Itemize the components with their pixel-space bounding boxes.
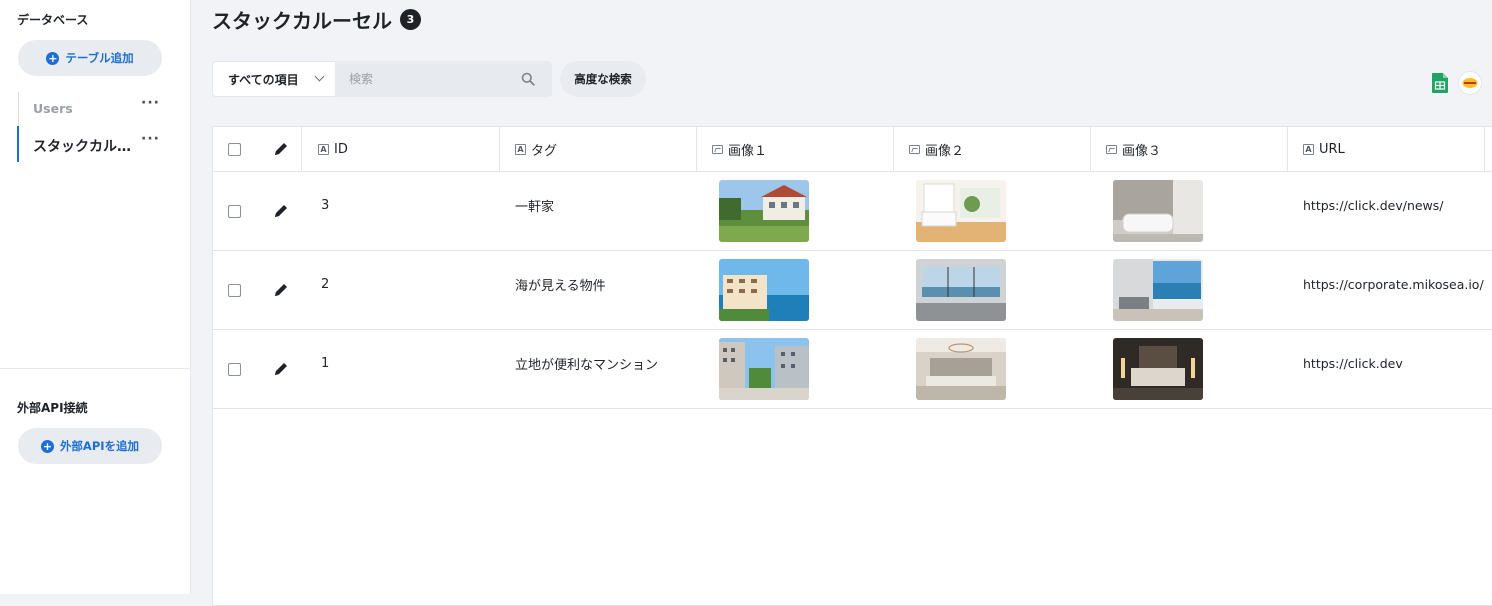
cell-url[interactable]: https://click.dev (1303, 324, 1403, 402)
active-table-indicator (17, 126, 19, 162)
table-header-row: A ID A タグ 画像１ 画像２ 画像３ A URL (213, 127, 1492, 172)
row-checkbox[interactable] (228, 204, 241, 218)
page-title: スタックカルーセル (212, 9, 392, 33)
cell-image3[interactable] (1113, 251, 1203, 329)
image-type-icon (1106, 144, 1117, 154)
apartment-complex-image (719, 338, 809, 400)
edit-row-button[interactable] (273, 330, 289, 408)
add-external-api-button[interactable]: + 外部APIを追加 (18, 428, 162, 464)
column-header-tag[interactable]: A タグ (515, 127, 557, 171)
ocean-view-living-room-image (916, 259, 1006, 321)
cell-image1[interactable] (719, 330, 809, 408)
bright-bedroom-image (916, 180, 1006, 242)
add-table-button[interactable]: + テーブル追加 (18, 40, 162, 76)
column-header-image2[interactable]: 画像２ (909, 127, 964, 171)
records-table: A ID A タグ 画像１ 画像２ 画像３ A URL 3 一軒家 https:… (212, 126, 1492, 606)
pencil-icon (275, 143, 287, 155)
cell-image3[interactable] (1113, 172, 1203, 250)
cell-tag: 立地が便利なマンション (515, 357, 659, 373)
column-header-image1[interactable]: 画像１ (712, 127, 767, 171)
search-icon[interactable] (521, 72, 535, 86)
cell-image3[interactable] (1113, 330, 1203, 408)
table-row[interactable]: 1 立地が便利なマンション https://click.dev (213, 330, 1492, 409)
cell-id: 1 (321, 355, 330, 371)
dark-bedroom-image (1113, 338, 1203, 400)
house-garden-image (719, 180, 809, 242)
add-external-api-label: 外部APIを追加 (59, 439, 140, 453)
text-type-icon: A (318, 143, 329, 155)
seaside-building-image (719, 259, 809, 321)
text-type-icon: A (515, 143, 526, 155)
stone-bathroom-image (1113, 180, 1203, 242)
image-type-icon (712, 144, 723, 154)
cell-url[interactable]: https://click.dev/news/ (1303, 166, 1444, 244)
field-filter-select[interactable]: すべての項目 (212, 61, 335, 97)
image-type-icon (909, 144, 920, 154)
cell-image1[interactable] (719, 251, 809, 329)
select-all-cell (228, 127, 241, 171)
pencil-icon (275, 284, 287, 296)
sidebar-item-users[interactable]: Users (33, 101, 143, 116)
cell-url[interactable]: https://corporate.mikosea.io/ (1303, 245, 1484, 323)
cell-id: 2 (321, 276, 330, 292)
cell-image2[interactable] (916, 172, 1006, 250)
table-row[interactable]: 3 一軒家 https://click.dev/news/ (213, 172, 1492, 251)
row-checkbox[interactable] (228, 362, 241, 376)
chevron-down-icon (314, 71, 325, 82)
cell-image2[interactable] (916, 330, 1006, 408)
google-sheets-icon[interactable] (1430, 72, 1450, 94)
cell-tag: 一軒家 (515, 199, 555, 215)
sidebar-divider (0, 368, 191, 369)
text-type-icon: A (1303, 143, 1314, 155)
record-count-badge: 3 (400, 9, 421, 30)
plus-icon: + (40, 439, 54, 453)
database-heading: データベース (17, 13, 89, 27)
edit-column-header (273, 127, 289, 171)
search-input[interactable] (349, 72, 509, 86)
search-box (335, 61, 552, 97)
page-title-group: スタックカルーセル 3 (212, 5, 421, 34)
cell-image2[interactable] (916, 251, 1006, 329)
stack-carousel-more-button[interactable]: ··· (141, 131, 160, 147)
plus-icon: + (46, 51, 60, 65)
row-checkbox[interactable] (228, 283, 241, 297)
pencil-icon (275, 205, 287, 217)
integration-logo-icon (1462, 78, 1478, 88)
column-header-id[interactable]: A ID (318, 127, 348, 171)
column-header-image3[interactable]: 画像３ (1106, 127, 1161, 171)
luxury-living-room-image (916, 338, 1006, 400)
integration-icon[interactable] (1458, 71, 1482, 95)
users-more-button[interactable]: ··· (141, 95, 160, 111)
balcony-sea-view-image (1113, 259, 1203, 321)
field-filter-value: すべての項目 (228, 72, 299, 87)
table-row[interactable]: 2 海が見える物件 https://corporate.mikosea.io/ (213, 251, 1492, 330)
cell-id: 3 (321, 197, 330, 213)
sidebar: データベース + テーブル追加 Users ··· スタックカルーセル ··· … (0, 0, 191, 594)
cell-image1[interactable] (719, 172, 809, 250)
edit-row-button[interactable] (273, 172, 289, 250)
external-api-heading: 外部API接続 (17, 401, 88, 415)
cell-tag: 海が見える物件 (515, 278, 606, 294)
sidebar-item-stack-carousel[interactable]: スタックカルーセル (33, 136, 143, 156)
add-table-label: テーブル追加 (65, 51, 134, 65)
advanced-search-button[interactable]: 高度な検索 (560, 61, 646, 97)
column-header-url[interactable]: A URL (1303, 127, 1345, 171)
pencil-icon (275, 363, 287, 375)
edit-row-button[interactable] (273, 251, 289, 329)
select-all-checkbox[interactable] (228, 142, 241, 156)
